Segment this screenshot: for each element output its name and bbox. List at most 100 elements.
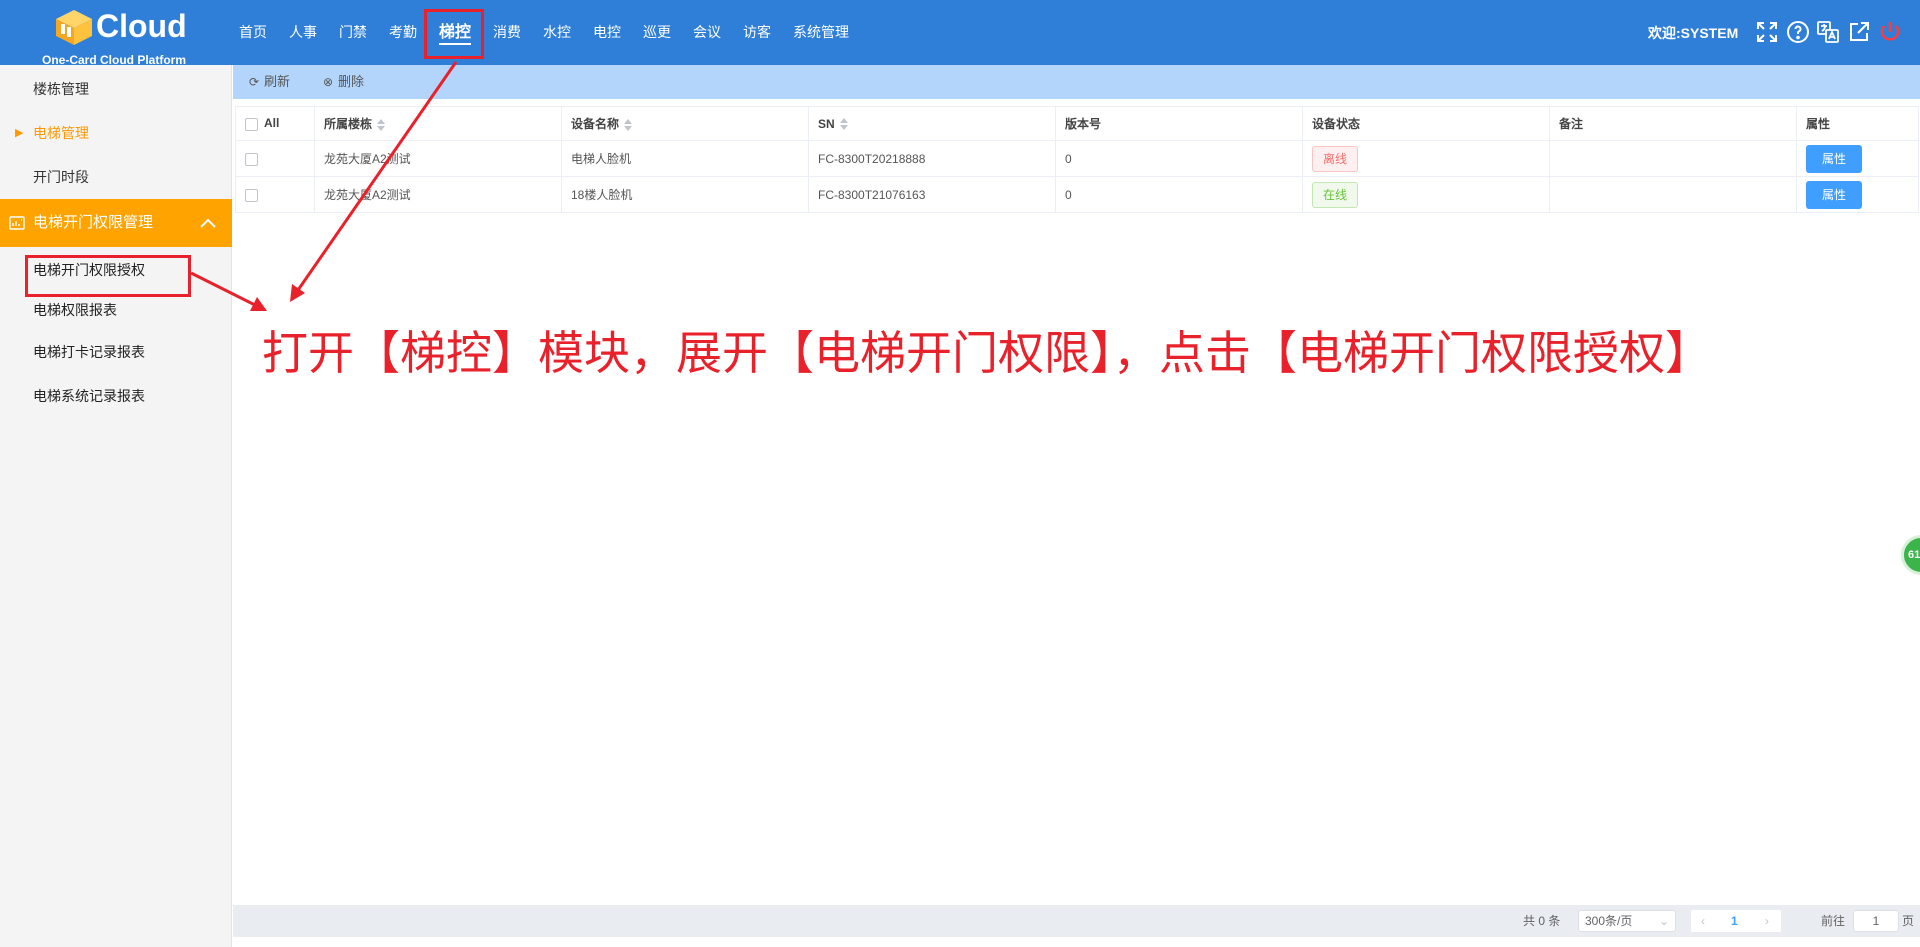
sidebar-sub-item-punch-report[interactable]: 电梯打卡记录报表: [0, 332, 232, 372]
table-row[interactable]: 龙苑大厦A2测试 18楼人脸机 FC-8300T21076163 0 在线 属性: [235, 176, 1919, 213]
goto-page-input[interactable]: 1: [1853, 910, 1899, 932]
cube-logo-icon: [56, 10, 92, 45]
select-all-checkbox[interactable]: [245, 117, 258, 131]
column-header-action: 属性: [1796, 106, 1919, 141]
cell-sn: FC-8300T20218888: [808, 140, 1056, 177]
sidebar-group-label: 电梯开门权限管理: [33, 214, 154, 231]
page-suffix: 页: [1902, 914, 1915, 928]
sort-icon[interactable]: [624, 118, 633, 131]
page-size-value: 300条/页: [1585, 914, 1633, 928]
fullscreen-icon[interactable]: [1755, 20, 1779, 44]
sidebar-item-label: 电梯系统记录报表: [33, 388, 145, 404]
properties-button[interactable]: 属性: [1806, 180, 1862, 209]
delete-label: 删除: [338, 74, 365, 89]
cell-status: 离线: [1302, 140, 1550, 177]
row-checkbox[interactable]: [245, 152, 258, 166]
nav-attendance[interactable]: 考勤: [378, 0, 428, 65]
prev-page-icon[interactable]: ‹: [1701, 905, 1705, 937]
cell-device: 电梯人脸机: [561, 140, 809, 177]
cell-version: 0: [1055, 176, 1303, 213]
delete-button[interactable]: ⊗ 删除: [321, 65, 364, 99]
column-header-version: 版本号: [1055, 106, 1303, 141]
status-badge: 在线: [1312, 181, 1359, 208]
cell-version: 0: [1055, 140, 1303, 177]
refresh-icon: ⟳: [248, 75, 260, 89]
chevron-up-icon: [200, 218, 216, 228]
nav-personnel[interactable]: 人事: [278, 0, 328, 65]
sidebar-item-buildings[interactable]: 楼栋管理: [0, 69, 232, 109]
column-header-status: 设备状态: [1302, 106, 1550, 141]
external-link-icon[interactable]: [1847, 20, 1871, 44]
sort-icon[interactable]: [377, 118, 386, 131]
next-page-icon[interactable]: ›: [1765, 905, 1769, 937]
status-badge: 离线: [1312, 145, 1359, 172]
sidebar-item-open-periods[interactable]: 开门时段: [0, 157, 232, 197]
sidebar-group-elevator-permissions[interactable]: 电梯开门权限管理: [0, 199, 232, 247]
properties-button[interactable]: 属性: [1806, 144, 1862, 173]
sort-icon[interactable]: [839, 118, 848, 131]
highlight-sidebar-grant: [25, 255, 191, 297]
goto-label: 前往: [1821, 914, 1846, 928]
help-icon[interactable]: [1786, 20, 1810, 44]
main-nav: 首页 人事 门禁 考勤 梯控 消费 水控 电控 巡更 会议 访客 系统管理: [228, 0, 860, 65]
nav-system[interactable]: 系统管理: [782, 0, 860, 65]
row-select-cell[interactable]: [235, 140, 315, 177]
column-header-label: 所属楼栋: [324, 117, 373, 131]
sidebar-item-elevators[interactable]: ▶ 电梯管理: [0, 113, 232, 153]
sidebar-item-label: 电梯打卡记录报表: [33, 344, 145, 360]
column-header-label: 属性: [1806, 117, 1831, 131]
column-header-label: 设备状态: [1312, 117, 1361, 131]
delete-icon: ⊗: [322, 75, 334, 89]
page-size-select[interactable]: 300条/页 ⌄: [1578, 910, 1676, 932]
sidebar-sub-item-system-report[interactable]: 电梯系统记录报表: [0, 376, 232, 416]
brand-name: Cloud: [96, 8, 187, 44]
cell-action: 属性: [1796, 140, 1919, 177]
cell-sn: FC-8300T21076163: [808, 176, 1056, 213]
row-checkbox[interactable]: [245, 188, 258, 202]
page-navigator: ‹ 1 ›: [1691, 910, 1781, 932]
column-header-sn[interactable]: SN: [808, 106, 1056, 141]
nav-visitor[interactable]: 访客: [732, 0, 782, 65]
nav-patrol[interactable]: 巡更: [632, 0, 682, 65]
cell-status: 在线: [1302, 176, 1550, 213]
device-table: All 所属楼栋 设备名称 SN 版本号 设备状态 备注 属性 龙苑大厦A2测试…: [235, 106, 1919, 213]
row-select-cell[interactable]: [235, 176, 315, 213]
sidebar-item-label: 电梯权限报表: [33, 302, 117, 318]
cell-building: 龙苑大厦A2测试: [314, 176, 562, 213]
nav-power[interactable]: 电控: [582, 0, 632, 65]
nav-water[interactable]: 水控: [532, 0, 582, 65]
sidebar: 楼栋管理 ▶ 电梯管理 开门时段 电梯开门权限管理 电梯开门权限授权 电梯权限报…: [0, 65, 232, 947]
cell-device: 18楼人脸机: [561, 176, 809, 213]
pagination: 共 0 条 300条/页 ⌄ ‹ 1 › 前往 1 页: [233, 905, 1920, 937]
nav-access[interactable]: 门禁: [328, 0, 378, 65]
table-header-row: All 所属楼栋 设备名称 SN 版本号 设备状态 备注 属性: [235, 106, 1919, 141]
report-icon: [9, 216, 25, 230]
brand-logo[interactable]: Cloud One-Card Cloud Platform: [42, 4, 202, 67]
column-header-label: 设备名称: [571, 117, 620, 131]
refresh-label: 刷新: [264, 74, 291, 89]
nav-consumption[interactable]: 消费: [482, 0, 532, 65]
arrow-head: [250, 297, 267, 311]
cell-building: 龙苑大厦A2测试: [314, 140, 562, 177]
sidebar-item-label: 电梯管理: [33, 125, 89, 141]
current-page[interactable]: 1: [1731, 905, 1738, 937]
column-header-building[interactable]: 所属楼栋: [314, 106, 562, 141]
cell-remark: [1549, 176, 1797, 213]
nav-meeting[interactable]: 会议: [682, 0, 732, 65]
column-header-label: 版本号: [1065, 117, 1102, 131]
refresh-button[interactable]: ⟳ 刷新: [247, 65, 290, 99]
power-icon[interactable]: [1878, 20, 1902, 44]
top-bar: Cloud One-Card Cloud Platform 首页 人事 门禁 考…: [0, 0, 1920, 67]
column-header-device[interactable]: 设备名称: [561, 106, 809, 141]
welcome-user: 欢迎:SYSTEM: [1648, 25, 1739, 41]
nav-home[interactable]: 首页: [228, 0, 278, 65]
language-icon[interactable]: [1816, 20, 1840, 44]
cell-action: 属性: [1796, 176, 1919, 213]
column-header-remark: 备注: [1549, 106, 1797, 141]
table-row[interactable]: 龙苑大厦A2测试 电梯人脸机 FC-8300T20218888 0 离线 属性: [235, 140, 1919, 177]
caret-right-icon: ▶: [15, 127, 24, 139]
select-all-cell[interactable]: All: [235, 106, 315, 141]
floating-badge[interactable]: 61: [1901, 535, 1920, 575]
highlight-nav-elevator: [424, 9, 484, 59]
chevron-down-icon: ⌄: [1658, 914, 1669, 928]
